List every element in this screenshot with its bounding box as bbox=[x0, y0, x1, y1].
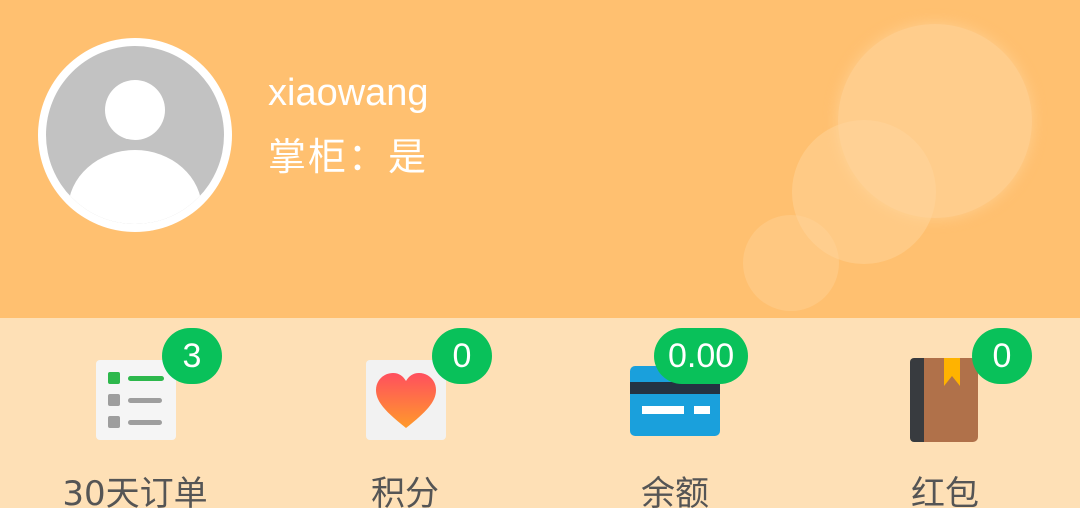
points-badge: 0 bbox=[432, 328, 492, 384]
default-avatar-icon bbox=[46, 46, 224, 224]
stat-label: 30天订单 bbox=[62, 474, 208, 508]
stat-orders-30days[interactable]: 3 30天订单 bbox=[0, 318, 270, 508]
heart-points-icon bbox=[366, 360, 446, 440]
balance-badge: 0.00 bbox=[654, 328, 749, 384]
stat-red-packet[interactable]: 0 红包 bbox=[810, 318, 1080, 508]
order-list-icon bbox=[96, 360, 176, 440]
profile-header: xiaowang 掌柜：是 bbox=[0, 0, 1080, 318]
stat-balance[interactable]: 0.00 余额 bbox=[540, 318, 810, 508]
avatar[interactable] bbox=[38, 38, 232, 232]
shopkeeper-status: 掌柜：是 bbox=[268, 135, 429, 179]
stat-label: 红包 bbox=[911, 474, 979, 508]
stat-label: 积分 bbox=[371, 474, 439, 508]
red-packet-badge: 0 bbox=[972, 328, 1032, 384]
decorative-bubble bbox=[743, 215, 839, 311]
red-packet-book-icon bbox=[910, 358, 978, 442]
stats-bar: 3 30天订单 0 积分 0.00 余额 0 红包 bbox=[0, 318, 1080, 508]
stat-label: 余额 bbox=[641, 474, 709, 508]
username: xiaowang bbox=[268, 72, 429, 114]
stat-points[interactable]: 0 积分 bbox=[270, 318, 540, 508]
orders-count-badge: 3 bbox=[162, 328, 222, 384]
